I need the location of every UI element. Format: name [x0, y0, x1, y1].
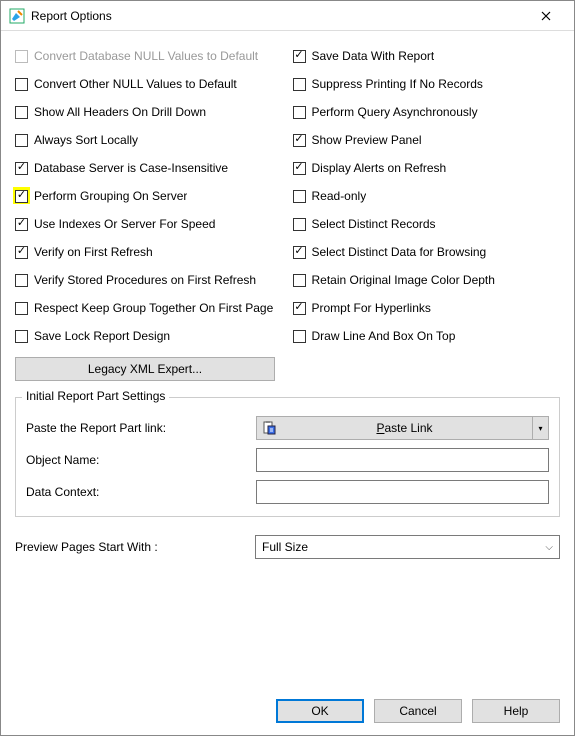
option-perform-grouping-on-server[interactable]: Perform Grouping On Server	[15, 189, 283, 203]
checkbox-label: Suppress Printing If No Records	[312, 77, 483, 91]
option-convert-other-null-values-to-default[interactable]: Convert Other NULL Values to Default	[15, 77, 283, 91]
checkbox[interactable]	[15, 218, 28, 231]
preview-pages-selected: Full Size	[262, 540, 308, 554]
option-suppress-printing-if-no-records[interactable]: Suppress Printing If No Records	[293, 77, 561, 91]
checkbox	[15, 50, 28, 63]
checkbox-label: Verify on First Refresh	[34, 245, 153, 259]
report-options-dialog: Report Options Convert Database NULL Val…	[0, 0, 575, 736]
option-retain-original-image-color-depth[interactable]: Retain Original Image Color Depth	[293, 273, 561, 287]
legacy-xml-expert-label: Legacy XML Expert...	[88, 362, 202, 376]
checkbox[interactable]	[15, 134, 28, 147]
checkbox-label: Draw Line And Box On Top	[312, 329, 456, 343]
paste-link-text: Paste Link	[277, 421, 532, 435]
option-display-alerts-on-refresh[interactable]: Display Alerts on Refresh	[293, 161, 561, 175]
paste-link-label: Paste the Report Part link:	[26, 421, 246, 435]
paste-link-dropdown[interactable]: ▾	[532, 417, 548, 439]
checkbox[interactable]	[15, 106, 28, 119]
ok-button[interactable]: OK	[276, 699, 364, 723]
checkbox[interactable]	[293, 330, 306, 343]
checkbox[interactable]	[293, 78, 306, 91]
chevron-down-icon: ⌵	[545, 542, 553, 553]
object-name-input[interactable]	[256, 448, 549, 472]
checkbox-label: Perform Query Asynchronously	[312, 105, 478, 119]
app-icon	[9, 8, 25, 24]
close-button[interactable]	[526, 4, 566, 28]
checkbox[interactable]	[15, 274, 28, 287]
checkbox[interactable]	[293, 302, 306, 315]
cancel-button[interactable]: Cancel	[374, 699, 462, 723]
option-show-all-headers-on-drill-down[interactable]: Show All Headers On Drill Down	[15, 105, 283, 119]
checkbox-label: Save Lock Report Design	[34, 329, 170, 343]
option-select-distinct-data-for-browsing[interactable]: Select Distinct Data for Browsing	[293, 245, 561, 259]
checkbox-label: Perform Grouping On Server	[34, 189, 187, 203]
checkbox[interactable]	[293, 190, 306, 203]
checkbox-label: Select Distinct Data for Browsing	[312, 245, 487, 259]
checkbox-label: Verify Stored Procedures on First Refres…	[34, 273, 256, 287]
option-use-indexes-or-server-for-speed[interactable]: Use Indexes Or Server For Speed	[15, 217, 283, 231]
data-context-label: Data Context:	[26, 485, 246, 499]
option-convert-database-null-values-to-default: Convert Database NULL Values to Default	[15, 49, 283, 63]
window-title: Report Options	[31, 9, 112, 23]
checkbox-label: Show All Headers On Drill Down	[34, 105, 206, 119]
checkbox-label: Save Data With Report	[312, 49, 435, 63]
legacy-xml-expert-button[interactable]: Legacy XML Expert...	[15, 357, 275, 381]
option-draw-line-and-box-on-top[interactable]: Draw Line And Box On Top	[293, 329, 561, 343]
paste-link-button[interactable]: Paste Link ▾	[256, 416, 549, 440]
checkbox-label: Database Server is Case-Insensitive	[34, 161, 228, 175]
fieldset-legend: Initial Report Part Settings	[22, 389, 169, 403]
checkbox-label: Retain Original Image Color Depth	[312, 273, 495, 287]
checkbox-label: Convert Database NULL Values to Default	[34, 49, 258, 63]
checkbox-label: Convert Other NULL Values to Default	[34, 77, 237, 91]
option-select-distinct-records[interactable]: Select Distinct Records	[293, 217, 561, 231]
checkbox[interactable]	[15, 190, 28, 203]
checkbox[interactable]	[15, 78, 28, 91]
button-bar: OK Cancel Help	[1, 687, 574, 735]
checkbox[interactable]	[15, 246, 28, 259]
option-save-lock-report-design[interactable]: Save Lock Report Design	[15, 329, 283, 343]
checkbox[interactable]	[293, 246, 306, 259]
option-read-only[interactable]: Read-only	[293, 189, 561, 203]
titlebar: Report Options	[1, 1, 574, 31]
clipboard-icon	[261, 420, 277, 436]
preview-pages-label: Preview Pages Start With :	[15, 540, 245, 554]
object-name-label: Object Name:	[26, 453, 246, 467]
option-show-preview-panel[interactable]: Show Preview Panel	[293, 133, 561, 147]
option-database-server-is-case-insensitive[interactable]: Database Server is Case-Insensitive	[15, 161, 283, 175]
preview-pages-select[interactable]: Full Size ⌵	[255, 535, 560, 559]
checkbox-label: Always Sort Locally	[34, 133, 138, 147]
checkbox[interactable]	[293, 162, 306, 175]
help-button[interactable]: Help	[472, 699, 560, 723]
checkbox[interactable]	[293, 274, 306, 287]
checkbox-label: Read-only	[312, 189, 367, 203]
checkbox[interactable]	[15, 302, 28, 315]
checkbox-label: Use Indexes Or Server For Speed	[34, 217, 215, 231]
data-context-input[interactable]	[256, 480, 549, 504]
checkbox[interactable]	[15, 162, 28, 175]
checkbox[interactable]	[293, 218, 306, 231]
initial-report-part-settings: Initial Report Part Settings Paste the R…	[15, 397, 560, 517]
options-grid: Convert Database NULL Values to Default S…	[15, 49, 560, 343]
option-verify-on-first-refresh[interactable]: Verify on First Refresh	[15, 245, 283, 259]
checkbox-label: Display Alerts on Refresh	[312, 161, 447, 175]
option-always-sort-locally[interactable]: Always Sort Locally	[15, 133, 283, 147]
checkbox[interactable]	[293, 134, 306, 147]
checkbox-label: Prompt For Hyperlinks	[312, 301, 431, 315]
option-verify-stored-procedures-on-first-refresh[interactable]: Verify Stored Procedures on First Refres…	[15, 273, 283, 287]
checkbox-label: Respect Keep Group Together On First Pag…	[34, 301, 273, 315]
checkbox[interactable]	[293, 106, 306, 119]
option-save-data-with-report[interactable]: Save Data With Report	[293, 49, 561, 63]
checkbox[interactable]	[15, 330, 28, 343]
checkbox[interactable]	[293, 50, 306, 63]
option-prompt-for-hyperlinks[interactable]: Prompt For Hyperlinks	[293, 301, 561, 315]
option-perform-query-asynchronously[interactable]: Perform Query Asynchronously	[293, 105, 561, 119]
option-respect-keep-group-together-on-first-page[interactable]: Respect Keep Group Together On First Pag…	[15, 301, 283, 315]
checkbox-label: Show Preview Panel	[312, 133, 422, 147]
checkbox-label: Select Distinct Records	[312, 217, 436, 231]
